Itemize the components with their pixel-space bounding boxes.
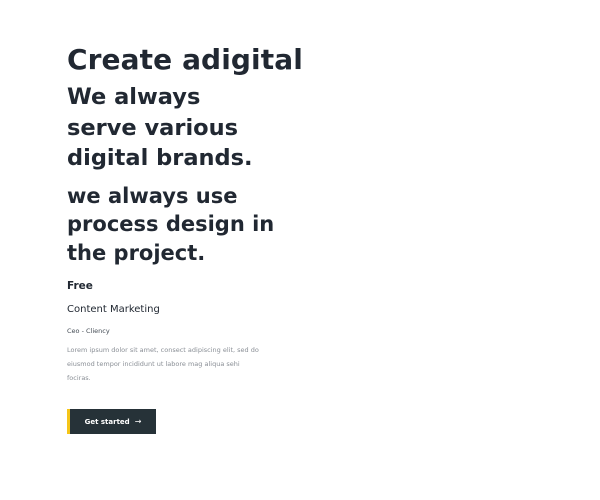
get-started-label: Get started <box>84 417 130 426</box>
service-label: Content Marketing <box>67 304 160 315</box>
page: Create adigital We always serve various … <box>0 0 600 500</box>
hero-tagline: we always use process design in the proj… <box>67 183 275 265</box>
hero-description: Lorem ipsum dolor sit amet, consect adip… <box>67 346 259 382</box>
get-started-button[interactable]: Get started → <box>67 409 156 434</box>
hero-subtitle: We always serve various digital brands. <box>67 84 253 171</box>
arrow-right-icon: → <box>134 416 142 426</box>
hero-section: Create adigital We always serve various … <box>67 40 367 385</box>
free-label: Free <box>67 280 93 292</box>
hero-title: Create adigital <box>67 43 303 76</box>
role-label: Ceo - Cliency <box>67 327 110 335</box>
